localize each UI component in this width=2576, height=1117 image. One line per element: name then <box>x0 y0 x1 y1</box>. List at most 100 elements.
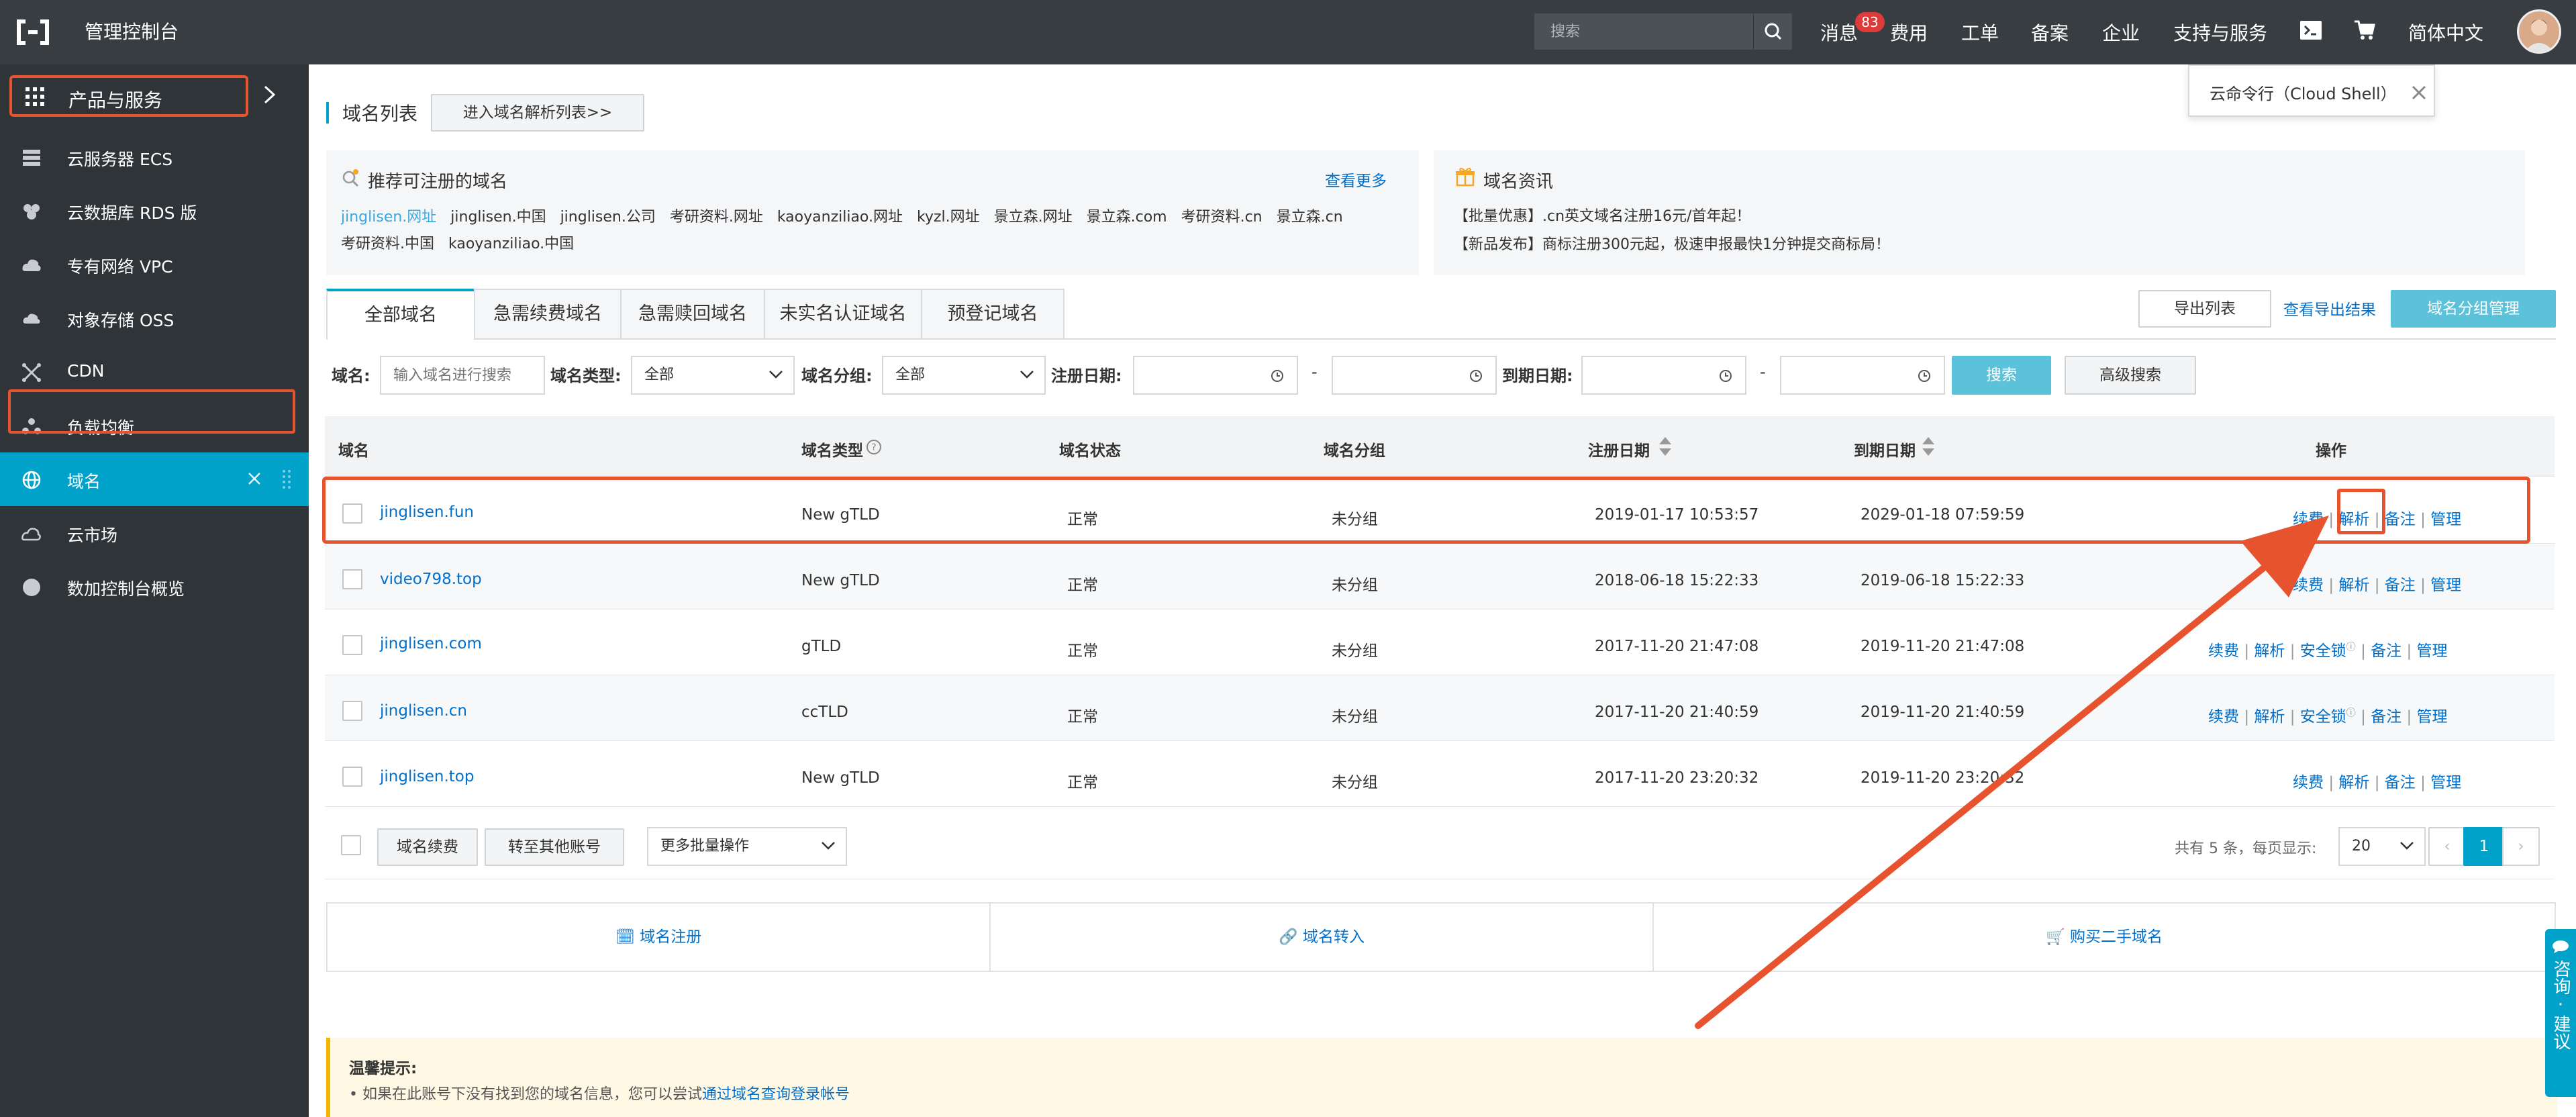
manage-link[interactable]: 管理 <box>2430 577 2461 594</box>
advanced-search-button[interactable]: 高级搜索 <box>2065 356 2196 395</box>
register-domain-card[interactable]: 🗓 域名注册 <box>326 902 991 972</box>
recommend-domain-link[interactable]: jinglisen.网址 <box>341 209 436 226</box>
domain-link[interactable]: jinglisen.com <box>380 635 482 652</box>
cart-icon[interactable] <box>2353 19 2376 42</box>
avatar[interactable] <box>2517 9 2561 54</box>
close-icon[interactable] <box>2411 85 2427 101</box>
products-services-menu[interactable]: 产品与服务 <box>9 75 248 117</box>
row-checkbox[interactable] <box>342 569 362 589</box>
news-item[interactable]: 【批量优惠】.cn英文域名注册16元/首年起！ <box>1454 203 1890 231</box>
recommend-domain[interactable]: 景立森.网址 <box>994 209 1073 226</box>
sidebar-item-market[interactable]: 云市场 <box>0 506 309 560</box>
tab-renew-urgent[interactable]: 急需续费域名 <box>474 289 622 340</box>
nav-enterprise[interactable]: 企业 <box>2102 19 2140 46</box>
sidebar-item-rds[interactable]: 云数据库 RDS 版 <box>0 184 309 238</box>
manage-link[interactable]: 管理 <box>2430 774 2461 791</box>
buy-second-hand-card[interactable]: 🛒 购买二手域名 <box>1652 902 2556 972</box>
news-item[interactable]: 【新品发布】商标注册300元起，极速申报最快1分钟提交商标局！ <box>1454 231 1890 259</box>
console-title[interactable]: 管理控制台 <box>85 17 179 44</box>
domain-link[interactable]: video798.top <box>380 571 482 588</box>
recommend-domain[interactable]: 考研资料.中国 <box>341 236 434 252</box>
recommend-domain[interactable]: 景立森.cn <box>1277 209 1343 226</box>
transfer-account-button[interactable]: 转至其他账号 <box>485 828 624 866</box>
domain-link[interactable]: jinglisen.cn <box>380 702 467 720</box>
close-icon[interactable] <box>247 471 262 486</box>
renew-link[interactable]: 续费 <box>2208 642 2239 660</box>
recommend-domain[interactable]: kaoyanziliao.网址 <box>777 209 903 226</box>
next-page-button[interactable]: › <box>2502 827 2540 866</box>
select-all-checkbox[interactable] <box>341 835 361 855</box>
recommend-domain[interactable]: 景立森.com <box>1087 209 1167 226</box>
row-checkbox[interactable] <box>342 635 362 655</box>
transfer-in-card[interactable]: 🔗 域名转入 <box>989 902 1654 972</box>
sidebar-item-oss[interactable]: 对象存储 OSS <box>0 291 309 345</box>
sort-icon[interactable] <box>1658 435 1673 458</box>
recommend-more-link[interactable]: 查看更多 <box>1325 168 1387 191</box>
type-select[interactable]: 全部 <box>631 356 795 395</box>
recommend-domain[interactable]: kyzl.网址 <box>917 209 980 226</box>
search-input[interactable] <box>1534 13 1752 50</box>
tab-unverified[interactable]: 未实名认证域名 <box>764 289 922 340</box>
remark-link[interactable]: 备注 <box>2371 642 2401 660</box>
search-submit-button[interactable]: 搜索 <box>1952 356 2051 395</box>
nav-messages[interactable]: 消息 <box>1820 19 1858 46</box>
export-results-link[interactable]: 查看导出结果 <box>2283 297 2376 320</box>
batch-renew-button[interactable]: 域名续费 <box>377 828 478 866</box>
page-size-select[interactable]: 20 <box>2338 827 2426 866</box>
tip-link[interactable]: 通过域名查询登录帐号 <box>702 1086 850 1103</box>
recommend-domain[interactable]: jinglisen.中国 <box>450 209 546 226</box>
manage-link[interactable]: 管理 <box>2417 708 2448 726</box>
manage-link[interactable]: 管理 <box>2417 642 2448 660</box>
domain-link[interactable]: jinglisen.top <box>380 768 474 785</box>
domain-search-input[interactable] <box>380 356 545 395</box>
renew-link[interactable]: 续费 <box>2208 708 2239 726</box>
logo-icon[interactable] <box>16 19 50 46</box>
recommend-domain[interactable]: 考研资料.cn <box>1181 209 1262 226</box>
tab-all-domains[interactable]: 全部域名 <box>326 289 475 340</box>
info-icon[interactable]: ⓘ <box>2346 642 2356 652</box>
group-select[interactable]: 全部 <box>882 356 1046 395</box>
renew-link[interactable]: 续费 <box>2293 577 2324 594</box>
nav-support[interactable]: 支持与服务 <box>2173 19 2267 46</box>
nav-fees[interactable]: 费用 <box>1890 19 1928 46</box>
page-1-button[interactable]: 1 <box>2463 827 2505 866</box>
sidebar-item-domain[interactable]: 域名 <box>0 452 309 506</box>
export-list-button[interactable]: 导出列表 <box>2138 290 2271 328</box>
parse-link[interactable]: 解析 <box>2338 577 2369 594</box>
nav-language[interactable]: 简体中文 <box>2408 19 2483 46</box>
search-button[interactable] <box>1753 13 1792 50</box>
expire-date-start[interactable] <box>1581 356 1746 395</box>
recommend-domain[interactable]: jinglisen.公司 <box>560 209 656 226</box>
recommend-domain[interactable]: 考研资料.网址 <box>670 209 763 226</box>
security-lock-link[interactable]: 安全锁 <box>2300 642 2346 660</box>
drag-handle-icon[interactable] <box>282 469 291 489</box>
row-checkbox[interactable] <box>342 701 362 721</box>
security-lock-link[interactable]: 安全锁 <box>2300 708 2346 726</box>
sort-icon[interactable] <box>1921 435 1936 458</box>
th-reg-date[interactable]: 注册日期 <box>1588 438 1650 460</box>
terminal-icon[interactable] <box>2299 20 2322 40</box>
sidebar-item-vpc[interactable]: 专有网络 VPC <box>0 238 309 291</box>
tab-preregistered[interactable]: 预登记域名 <box>921 289 1064 340</box>
batch-more-select[interactable]: 更多批量操作 <box>647 827 847 866</box>
remark-link[interactable]: 备注 <box>2385 774 2416 791</box>
sidebar-item-ecs[interactable]: 云服务器 ECS <box>0 130 309 184</box>
expire-date-end[interactable] <box>1780 356 1945 395</box>
feedback-tab[interactable]: 咨询·建议 <box>2545 929 2576 1097</box>
renew-link[interactable]: 续费 <box>2293 774 2324 791</box>
remark-link[interactable]: 备注 <box>2385 577 2416 594</box>
info-icon[interactable]: ⓘ <box>2346 708 2356 718</box>
chevron-right-icon[interactable] <box>262 85 278 105</box>
parse-link[interactable]: 解析 <box>2254 642 2285 660</box>
th-expire-date[interactable]: 到期日期 <box>1854 438 1916 460</box>
group-manage-button[interactable]: 域名分组管理 <box>2391 290 2556 328</box>
reg-date-start[interactable] <box>1133 356 1298 395</box>
tab-redeem-urgent[interactable]: 急需赎回域名 <box>620 289 765 340</box>
prev-page-button[interactable]: ‹ <box>2428 827 2466 866</box>
remark-link[interactable]: 备注 <box>2371 708 2401 726</box>
row-checkbox[interactable] <box>342 767 362 787</box>
reg-date-end[interactable] <box>1332 356 1497 395</box>
parse-link[interactable]: 解析 <box>2338 774 2369 791</box>
help-icon[interactable]: ? <box>866 439 882 455</box>
sidebar-item-dataplus[interactable]: 数加控制台概览 <box>0 560 309 614</box>
